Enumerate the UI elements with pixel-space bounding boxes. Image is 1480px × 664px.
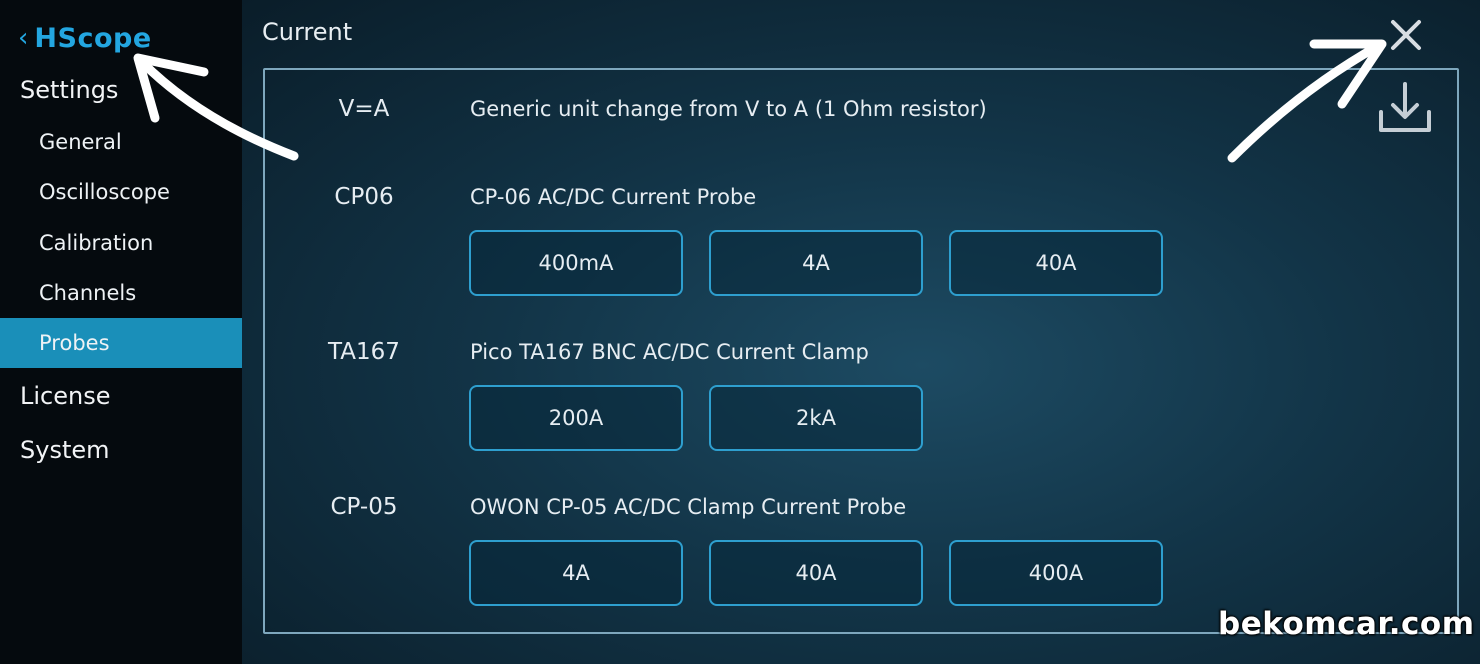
- probe-code: CP-05: [330, 494, 398, 520]
- range-button-400a[interactable]: 400A: [949, 540, 1163, 606]
- app-name: HScope: [34, 22, 152, 54]
- sidebar-item-probes[interactable]: Probes: [0, 318, 242, 368]
- probe-code: TA167: [328, 339, 400, 365]
- sidebar-item-oscilloscope[interactable]: Oscilloscope: [0, 167, 242, 217]
- range-button-400ma[interactable]: 400mA: [469, 230, 683, 296]
- range-button-40a[interactable]: 40A: [949, 230, 1163, 296]
- probe-code: V=A: [338, 96, 390, 122]
- app-back-link[interactable]: ‹ HScope: [18, 18, 152, 58]
- range-button-4a[interactable]: 4A: [709, 230, 923, 296]
- watermark: bekomcar.com: [1218, 606, 1475, 642]
- probe-code: CP06: [334, 184, 394, 210]
- sidebar-section-license[interactable]: License: [20, 376, 110, 416]
- range-button-4a[interactable]: 4A: [469, 540, 683, 606]
- sidebar-item-channels[interactable]: Channels: [0, 268, 242, 318]
- probe-description: Generic unit change from V to A (1 Ohm r…: [470, 97, 987, 121]
- close-button[interactable]: [1385, 14, 1427, 56]
- sidebar-item-calibration[interactable]: Calibration: [0, 218, 242, 268]
- close-icon: [1391, 20, 1421, 50]
- range-button-2ka[interactable]: 2kA: [709, 385, 923, 451]
- sidebar-section-system[interactable]: System: [20, 430, 110, 470]
- probe-description: OWON CP-05 AC/DC Clamp Current Probe: [470, 495, 907, 519]
- probe-description: Pico TA167 BNC AC/DC Current Clamp: [470, 340, 869, 364]
- page-title: Current: [262, 18, 353, 46]
- probe-description: CP-06 AC/DC Current Probe: [470, 185, 757, 209]
- probes-panel: V=A Generic unit change from V to A (1 O…: [263, 68, 1459, 634]
- range-button-40a[interactable]: 40A: [709, 540, 923, 606]
- main-content: Current V=A Generic unit change from V t…: [242, 0, 1480, 664]
- range-button-200a[interactable]: 200A: [469, 385, 683, 451]
- sidebar-item-general[interactable]: General: [0, 117, 242, 167]
- sidebar-section-settings[interactable]: Settings: [20, 70, 118, 110]
- chevron-left-icon: ‹: [18, 23, 29, 53]
- sidebar: ‹ HScope Settings General Oscilloscope C…: [0, 0, 242, 664]
